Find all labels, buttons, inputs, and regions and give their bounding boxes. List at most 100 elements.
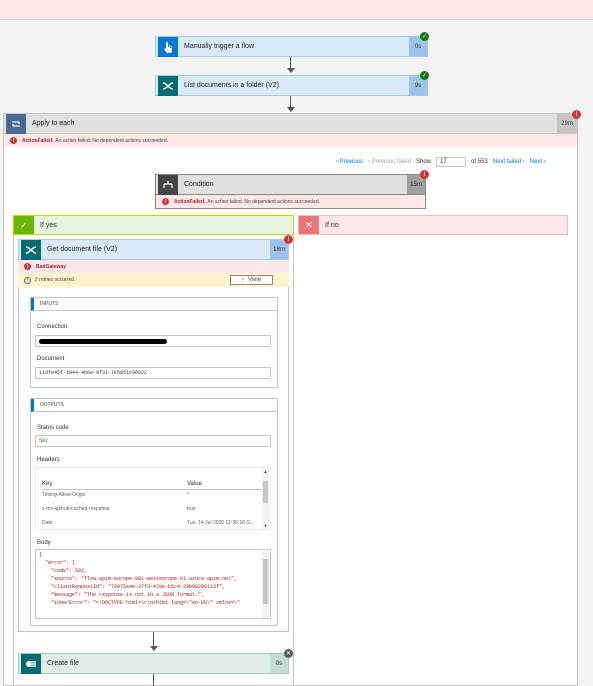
sharepoint-icon — [158, 75, 178, 96]
next-label: Next — [529, 159, 543, 165]
table-row: Date Tue, 14 Jul 2020 12:36:18 G... — [42, 520, 262, 528]
value-column-header: Value — [187, 481, 202, 487]
loop-icon — [6, 113, 26, 134]
header-value: Tue, 14 Jul 2020 12:36:18 G... — [187, 520, 255, 526]
condition-icon — [158, 174, 178, 195]
arrow-down-icon — [150, 646, 158, 651]
hand-icon — [158, 36, 178, 57]
header-key: Date — [42, 520, 53, 526]
create-file-card[interactable]: Create file 0s — [18, 653, 289, 674]
sharepoint-icon — [21, 653, 41, 674]
success-icon: ✓ — [420, 32, 429, 41]
page-count: of 553 — [471, 159, 488, 165]
error-icon: ! — [572, 110, 581, 119]
pager: ‹ Previous ‹ Previous failed Show 17 of … — [336, 156, 572, 168]
get-document-title: Get document file (V2) — [47, 246, 118, 253]
scroll-down-icon[interactable]: ▼ — [262, 523, 269, 529]
if-no-label: If no — [325, 221, 339, 229]
error-icon: ! — [162, 198, 169, 205]
body-line: "code": 502, — [39, 568, 88, 574]
body-line: "clientRequestId": "76075e4e-37f3-47ae-b… — [39, 584, 226, 590]
scroll-thumb[interactable] — [263, 559, 268, 604]
header-divider — [42, 489, 262, 490]
apply-to-each-title: Apply to each — [32, 120, 75, 127]
header-key: x-ms-apihub-cached-response — [42, 506, 110, 512]
document-label: Document — [37, 356, 65, 362]
arrow-down-icon — [287, 68, 295, 73]
apply-to-each-header[interactable]: Apply to each 29m — [3, 113, 578, 134]
body-line: "source": "flow-apim-europe-001-westeuro… — [39, 576, 238, 582]
outputs-header: OUTPUTS — [31, 399, 277, 412]
trigger-title: Manually trigger a flow — [184, 43, 255, 50]
previous-failed-label: Previous failed — [371, 159, 412, 165]
create-file-title: Create file — [47, 660, 79, 667]
headers-table: Key Value Timing-Allow-Origin * x-ms-api… — [35, 467, 271, 530]
previous-label: Previous — [339, 159, 364, 165]
if-yes-label: If yes — [40, 221, 57, 229]
apply-to-each-error: ! ActionFailed. An action failed. No dep… — [4, 134, 577, 147]
bad-gateway-error: ! BadGateway — [18, 260, 289, 273]
bad-gateway-label: BadGateway — [36, 263, 67, 270]
skipped-icon: ✕ — [284, 649, 293, 658]
scroll-thumb[interactable] — [263, 481, 268, 503]
error-icon: ! — [10, 137, 17, 144]
get-document-card[interactable]: Get document file (V2) 18m — [18, 239, 289, 260]
retries-text: 2 retries occurred. — [35, 277, 76, 283]
trigger-card[interactable]: Manually trigger a flow 0s — [155, 36, 428, 57]
status-code-label: Status code — [37, 425, 69, 431]
document-field[interactable]: 11dfe45f-1944-4b6e-9f31-7e5051c96622 — [35, 367, 271, 379]
status-code-field[interactable]: 502 — [35, 435, 271, 447]
header-value: * — [187, 492, 189, 498]
body-scrollbar[interactable] — [262, 551, 269, 618]
connection-label: Connection — [37, 324, 68, 330]
if-no-header[interactable]: ✕ If no — [298, 215, 568, 235]
error-icon: ! — [24, 263, 31, 270]
error-icon: ! — [420, 170, 429, 179]
next-link[interactable]: Next › — [530, 159, 546, 165]
headers-label: Headers — [37, 457, 60, 463]
arrow-down-icon — [287, 107, 295, 112]
previous-link[interactable]: ‹ Previous — [336, 159, 363, 165]
list-documents-title: List documents in a folder (V2) — [184, 82, 279, 89]
inputs-header: INPUTS — [31, 298, 277, 311]
header-value: true — [187, 506, 196, 512]
previous-failed-link[interactable]: ‹ Previous failed — [368, 159, 411, 165]
body-code-box[interactable]: { "error": { "code": 502, "source": "flo… — [35, 549, 271, 619]
condition-card[interactable]: Condition 15m — [155, 174, 426, 195]
show-label: Show — [416, 159, 432, 165]
table-row: Timing-Allow-Origin * — [42, 492, 262, 500]
info-icon: i — [24, 276, 31, 284]
if-yes-header[interactable]: ✓ If yes — [13, 215, 294, 235]
list-documents-card[interactable]: List documents in a folder (V2) 9s — [155, 75, 428, 96]
connector-line — [153, 674, 154, 686]
error-text: An action failed. No dependent actions s… — [207, 198, 320, 205]
body-line: { — [39, 552, 43, 558]
condition-title: Condition — [184, 181, 214, 188]
body-label: Body — [37, 540, 51, 546]
chevron-right-icon: › — [242, 277, 245, 283]
redacted-value — [39, 338, 167, 344]
error-label: ActionFailed. — [22, 137, 54, 144]
condition-error: ! ActionFailed. An action failed. No dep… — [155, 195, 426, 209]
error-text: An action failed. No dependent actions s… — [55, 137, 168, 144]
check-icon: ✓ — [14, 216, 34, 234]
header-key: Timing-Allow-Origin — [42, 492, 86, 498]
view-label: View — [248, 277, 261, 283]
success-icon: ✓ — [420, 71, 429, 80]
headers-scrollbar[interactable]: ▲ ▼ — [262, 469, 269, 529]
retries-bar: i 2 retries occurred. › View — [18, 273, 289, 287]
body-line: "innerError": "<!DOCTYPE html>\r\n<html … — [39, 600, 241, 606]
body-line: "error": { — [39, 560, 76, 566]
error-label: ActionFailed. — [174, 198, 206, 205]
page-input[interactable]: 17 — [436, 157, 467, 167]
view-button[interactable]: › View — [230, 275, 273, 285]
close-icon: ✕ — [299, 216, 319, 234]
connection-field[interactable] — [35, 335, 271, 347]
error-icon: ! — [284, 235, 293, 244]
key-column-header: Key — [42, 481, 53, 487]
next-failed-label: Next failed — [492, 159, 522, 165]
sharepoint-icon — [21, 239, 41, 260]
body-line: "message": "The response is not in a JSO… — [39, 592, 205, 598]
next-failed-link[interactable]: Next failed › — [493, 159, 525, 165]
scroll-up-icon[interactable]: ▲ — [262, 469, 269, 475]
